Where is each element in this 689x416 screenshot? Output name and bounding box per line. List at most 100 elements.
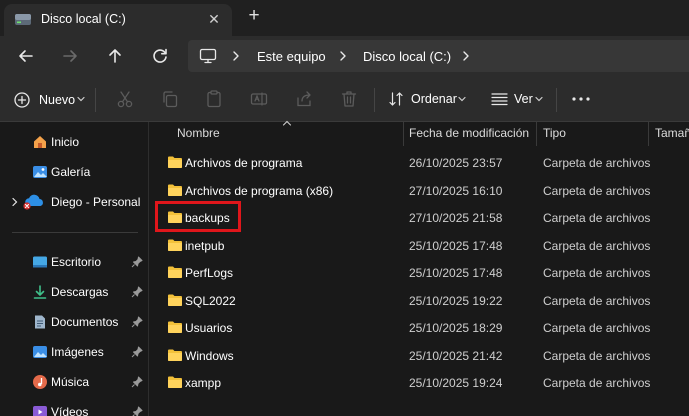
file-row[interactable]: SQL2022 25/10/2025 19:22 Carpeta de archiv… bbox=[149, 287, 689, 313]
sidebar-item-label: Diego - Personal bbox=[51, 195, 141, 209]
breadcrumb-disco-local[interactable]: Disco local (C:) bbox=[363, 49, 451, 64]
sidebar-item-musica[interactable]: Música bbox=[0, 369, 148, 395]
tab-title: Disco local (C:) bbox=[41, 12, 126, 26]
gallery-icon bbox=[33, 166, 47, 178]
tab-disco-local[interactable]: Disco local (C:) ✕ bbox=[4, 4, 232, 36]
music-icon bbox=[33, 375, 47, 389]
sidebar-item-label: Documentos bbox=[51, 315, 119, 329]
chevron-right-icon[interactable] bbox=[461, 49, 471, 63]
folder-icon bbox=[168, 239, 182, 251]
file-list: Nombre Fecha de modificación Tipo Tamañ … bbox=[149, 120, 689, 416]
copy-icon bbox=[163, 91, 178, 108]
desktop-icon bbox=[33, 256, 47, 268]
sort-ascending-icon bbox=[282, 120, 292, 126]
new-button-label: Nuevo bbox=[39, 93, 76, 107]
onedrive-icon bbox=[23, 194, 43, 210]
share-icon bbox=[297, 91, 311, 107]
file-row[interactable]: Windows 25/10/2025 21:42 Carpeta de archiv… bbox=[149, 342, 689, 368]
command-bar: Nuevo Ordenar Ver bbox=[0, 76, 689, 122]
column-header-name[interactable]: Nombre bbox=[177, 126, 220, 148]
paste-button[interactable] bbox=[204, 89, 224, 109]
file-type: Carpeta de archivos bbox=[543, 321, 651, 335]
sidebar-item-label: Vídeos bbox=[51, 405, 89, 416]
file-name: Archivos de programa (x86) bbox=[185, 183, 334, 198]
column-header-modified[interactable]: Fecha de modificación bbox=[409, 126, 529, 148]
pin-icon[interactable] bbox=[131, 286, 143, 298]
file-name: xampp bbox=[185, 376, 222, 390]
folder-icon bbox=[168, 156, 182, 168]
cut-icon bbox=[117, 91, 133, 108]
address-bar[interactable]: Este equipo Disco local (C:) bbox=[188, 40, 689, 72]
column-header-size[interactable]: Tamañ bbox=[655, 126, 689, 148]
file-row[interactable]: inetpub 25/10/2025 17:48 Carpeta de archiv… bbox=[149, 232, 689, 258]
sidebar-item-videos[interactable]: Vídeos bbox=[0, 399, 148, 416]
folder-icon bbox=[168, 294, 182, 306]
paste-icon bbox=[207, 90, 221, 108]
file-row[interactable]: Usuarios 25/10/2025 18:29 Carpeta de archi… bbox=[149, 314, 689, 340]
file-row[interactable]: PerfLogs 25/10/2025 17:48 Carpeta de archi… bbox=[149, 259, 689, 285]
arrow-up-icon bbox=[109, 49, 121, 63]
pin-icon[interactable] bbox=[131, 316, 143, 328]
pin-icon[interactable] bbox=[131, 346, 143, 358]
sidebar-item-inicio[interactable]: Inicio bbox=[0, 129, 148, 155]
documents-icon bbox=[35, 315, 45, 329]
file-row[interactable]: Archivos de programa (x86) 27/10/2025 16:… bbox=[149, 177, 689, 203]
chevron-down-icon bbox=[458, 96, 466, 102]
column-divider[interactable] bbox=[536, 122, 537, 146]
toolbar-divider bbox=[556, 88, 557, 112]
file-modified: 26/10/2025 23:57 bbox=[409, 156, 503, 170]
sidebar-item-descargas[interactable]: Descargas bbox=[0, 279, 148, 305]
sort-icon bbox=[389, 92, 403, 106]
folder-icon bbox=[168, 349, 182, 361]
column-divider[interactable] bbox=[648, 122, 649, 146]
copy-button[interactable] bbox=[160, 89, 180, 109]
chevron-right-icon[interactable] bbox=[11, 197, 19, 207]
navigation-pane: Inicio Galería Diego - Personal Escritor… bbox=[0, 122, 148, 416]
more-options-icon[interactable] bbox=[571, 96, 591, 102]
toolbar-divider bbox=[374, 88, 375, 112]
file-row[interactable]: xampp 25/10/2025 19:24 Carpeta de archivos bbox=[149, 369, 689, 395]
sidebar-item-documentos[interactable]: Documentos bbox=[0, 309, 148, 335]
forward-button[interactable] bbox=[58, 44, 82, 68]
rename-button[interactable] bbox=[249, 89, 269, 109]
file-type: Carpeta de archivos bbox=[543, 376, 651, 390]
pin-icon[interactable] bbox=[131, 256, 143, 268]
share-button[interactable] bbox=[294, 89, 314, 109]
breadcrumb-este-equipo[interactable]: Este equipo bbox=[257, 49, 326, 64]
up-button[interactable] bbox=[103, 44, 127, 68]
delete-button[interactable] bbox=[339, 89, 359, 109]
sidebar-item-diego-personal[interactable]: Diego - Personal bbox=[0, 189, 148, 215]
column-divider[interactable] bbox=[403, 122, 404, 146]
file-type: Carpeta de archivos bbox=[543, 348, 651, 363]
file-type: Carpeta de archivos bbox=[543, 293, 651, 308]
sidebar-item-galeria[interactable]: Galería bbox=[0, 159, 148, 185]
chevron-right-icon bbox=[340, 51, 346, 61]
sidebar-item-imagenes[interactable]: Imágenes bbox=[0, 339, 148, 365]
file-type: Carpeta de archivos bbox=[543, 238, 651, 253]
pin-icon[interactable] bbox=[131, 376, 143, 388]
sort-button[interactable]: Ordenar bbox=[388, 90, 468, 108]
videos-icon bbox=[33, 406, 47, 416]
file-name: inetpub bbox=[185, 238, 225, 253]
delete-icon bbox=[341, 91, 357, 107]
view-button[interactable]: Ver bbox=[491, 90, 545, 108]
sidebar-item-label: Inicio bbox=[51, 135, 80, 149]
sidebar-divider bbox=[12, 232, 138, 233]
chevron-down-icon bbox=[77, 96, 85, 102]
cut-button[interactable] bbox=[115, 89, 135, 109]
file-name: Usuarios bbox=[185, 321, 233, 335]
new-tab-button[interactable]: + bbox=[244, 6, 264, 26]
file-name: Archivos de programa bbox=[185, 156, 303, 170]
file-type: Carpeta de archivos bbox=[543, 183, 651, 198]
refresh-button[interactable] bbox=[148, 44, 172, 68]
pin-icon[interactable] bbox=[131, 406, 143, 416]
back-button[interactable] bbox=[14, 44, 38, 68]
refresh-icon bbox=[153, 48, 167, 63]
folder-icon bbox=[168, 266, 182, 278]
file-row[interactable]: Archivos de programa 26/10/2025 23:57 Carp… bbox=[149, 149, 689, 175]
column-header-type[interactable]: Tipo bbox=[543, 126, 566, 148]
home-icon bbox=[34, 136, 46, 148]
folder-icon bbox=[168, 376, 182, 388]
close-icon[interactable]: ✕ bbox=[205, 10, 223, 28]
sidebar-item-escritorio[interactable]: Escritorio bbox=[0, 249, 148, 275]
